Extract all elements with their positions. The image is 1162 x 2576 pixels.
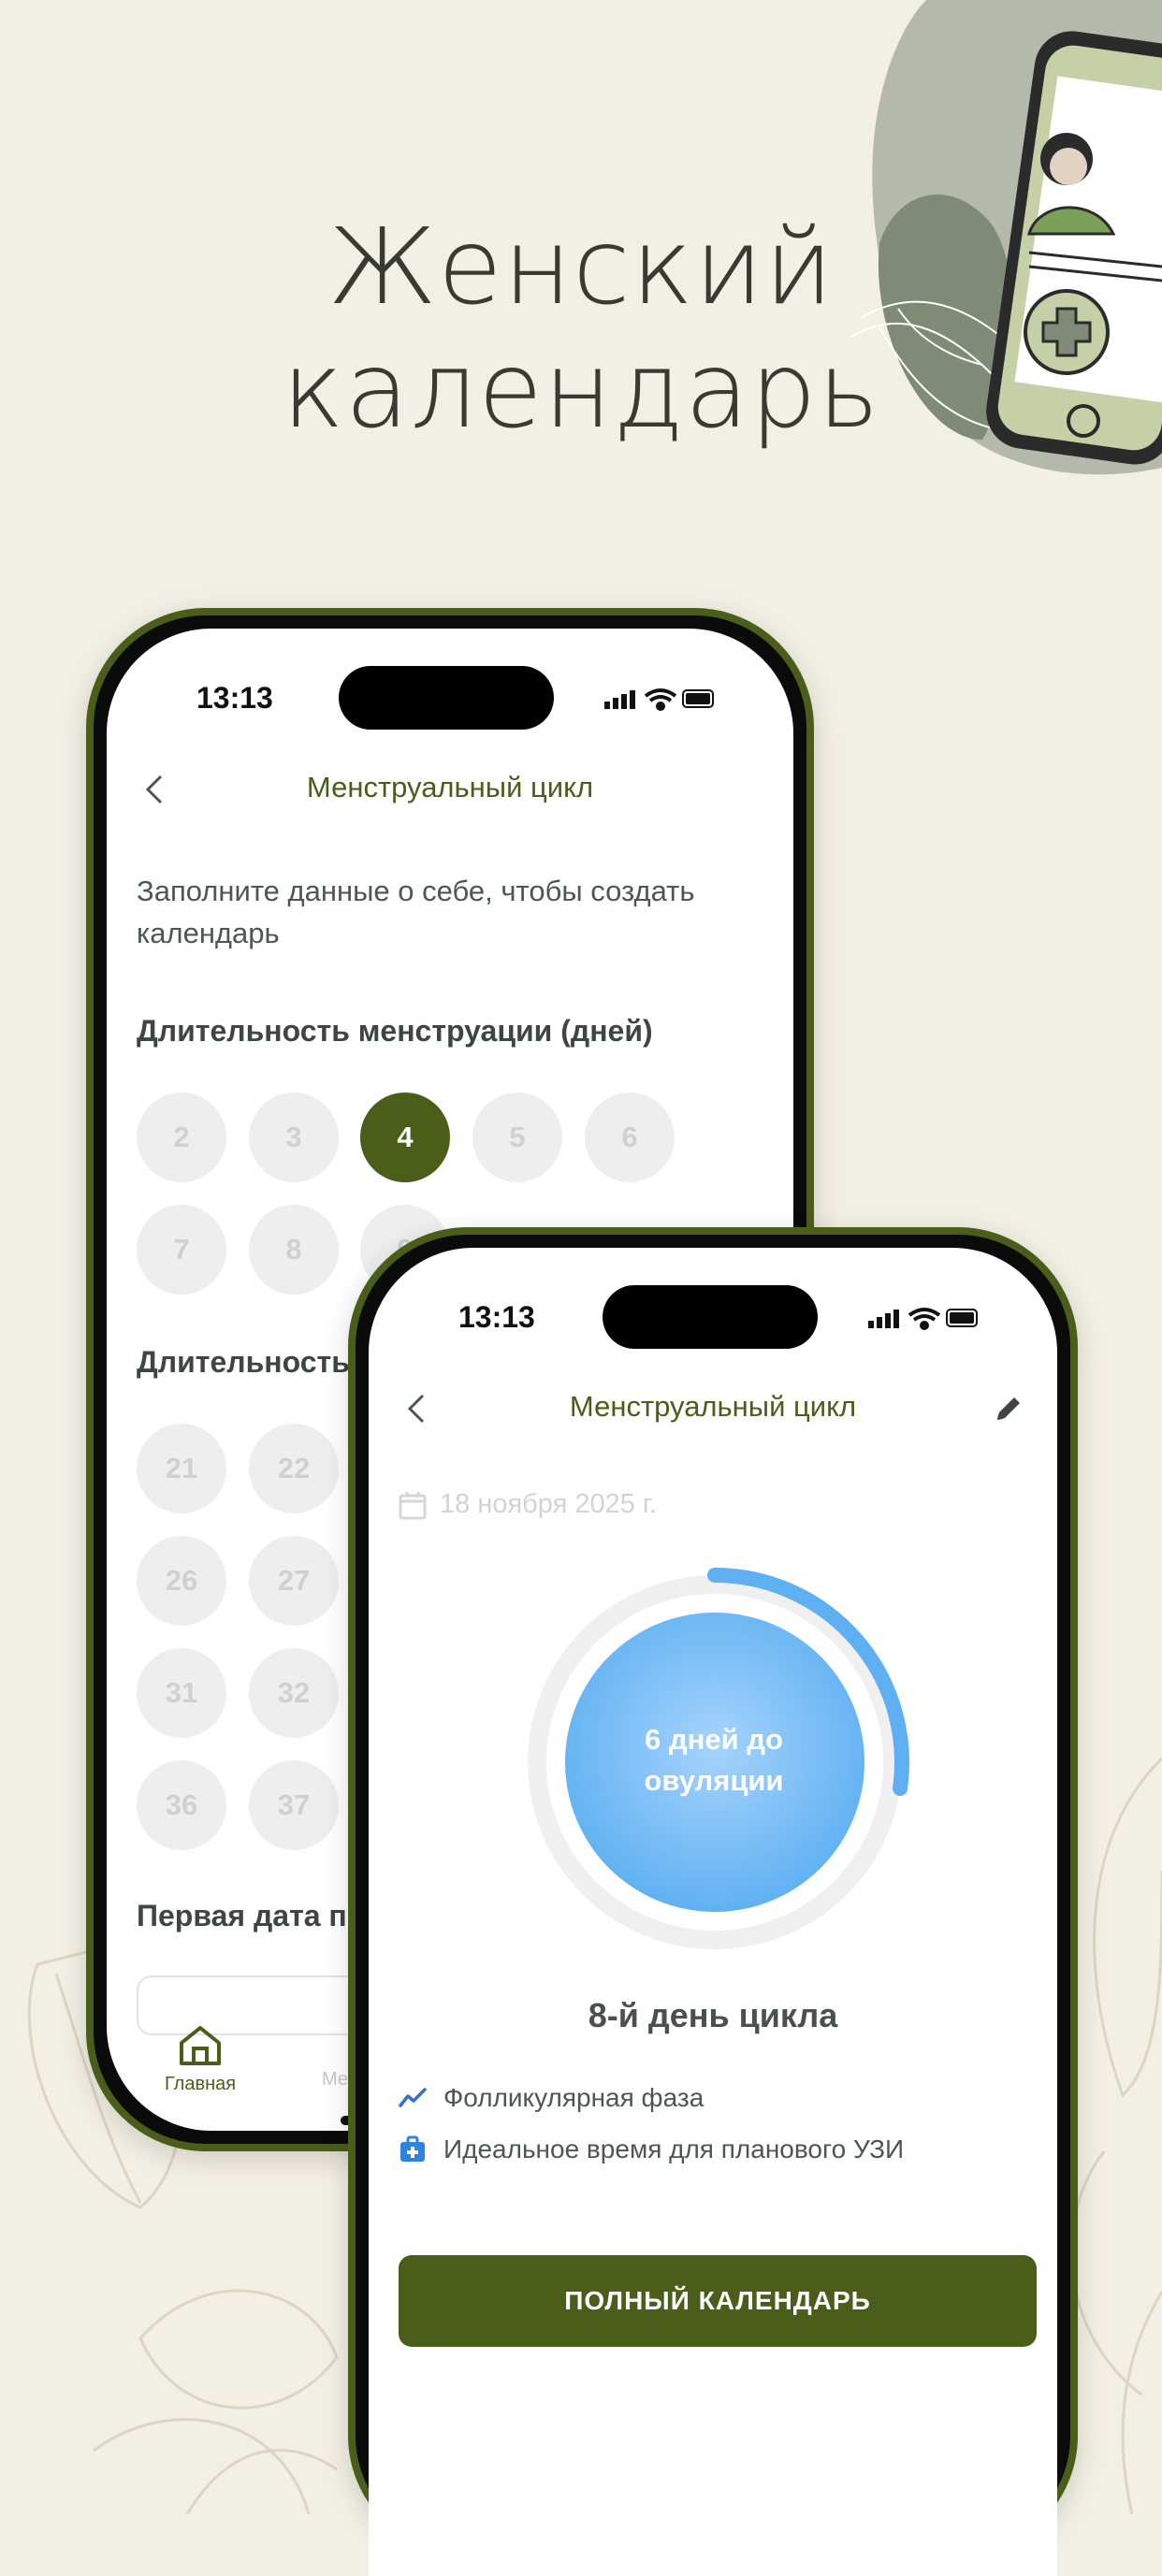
battery-icon: [682, 689, 714, 708]
status-icons: [604, 688, 714, 711]
signal-icon: [868, 1310, 899, 1328]
headline: Женский календарь: [0, 206, 1162, 453]
cycle-chip[interactable]: 26: [137, 1536, 226, 1626]
nav-title: Менструальный цикл: [569, 1390, 857, 1423]
cycle-chip[interactable]: 22: [249, 1424, 339, 1513]
first-date-title: Первая дата п: [137, 1899, 347, 1932]
duration-chip[interactable]: 2: [137, 1093, 226, 1182]
full-calendar-button[interactable]: ПОЛНЫЙ КАЛЕНДАРЬ: [399, 2255, 1037, 2347]
medical-kit-icon: [400, 2135, 425, 2162]
wifi-icon: [644, 688, 677, 711]
phase-row: Фолликулярная фаза: [399, 2083, 704, 2113]
phone-mockup-cycle: 13:13 Менструальный цикл 18 ноября 2025 …: [348, 1227, 1078, 2576]
calendar-icon: [399, 1491, 427, 1519]
tab-home-label: Главная: [164, 2074, 237, 2094]
headline-line-1: Женский: [327, 207, 835, 328]
tip-text: Идеальное время для планового УЗИ: [443, 2135, 905, 2164]
duration-chip[interactable]: 6: [585, 1093, 675, 1182]
cycle-chip[interactable]: 37: [249, 1760, 339, 1850]
intro-text: Заполните данные о себе, чтобы создать к…: [137, 875, 695, 949]
cycle-screen: 13:13 Менструальный цикл 18 ноября 2025 …: [369, 1248, 1057, 2576]
phase-text: Фолликулярная фаза: [443, 2083, 704, 2112]
menstruation-length-title: Длительность менструации (дней): [137, 1014, 653, 1048]
status-time: 13:13: [196, 681, 273, 715]
tab-second-label[interactable]: Ме: [322, 2069, 348, 2091]
wifi-icon: [908, 1308, 941, 1330]
duration-chip[interactable]: 5: [472, 1093, 562, 1182]
trend-line-icon: [399, 2088, 427, 2107]
status-time: 13:13: [458, 1300, 535, 1334]
headline-line-2: календарь: [282, 330, 880, 452]
duration-chip[interactable]: 7: [137, 1205, 226, 1295]
date-row: 18 ноября 2025 г.: [399, 1489, 657, 1520]
cycle-length-title: Длительность: [137, 1345, 350, 1379]
cycle-chip[interactable]: 32: [249, 1648, 339, 1738]
dynamic-island: [603, 1285, 818, 1349]
cycle-chip[interactable]: 21: [137, 1424, 226, 1513]
tab-home[interactable]: Главная: [144, 2022, 256, 2095]
ovulation-countdown-line-1: 6 дней до: [645, 1723, 783, 1756]
cycle-chip[interactable]: 36: [137, 1760, 226, 1850]
pencil-icon[interactable]: [992, 1392, 1025, 1425]
signal-icon: [604, 690, 635, 709]
current-date: 18 ноября 2025 г.: [440, 1489, 657, 1519]
status-icons: [868, 1308, 978, 1330]
tip-row: Идеальное время для планового УЗИ: [399, 2135, 904, 2164]
home-icon: [180, 2026, 221, 2065]
duration-chip[interactable]: 8: [249, 1205, 339, 1295]
ovulation-countdown-line-2: овуляции: [644, 1764, 784, 1797]
duration-chip-selected[interactable]: 4: [360, 1093, 450, 1182]
cycle-chip[interactable]: 31: [137, 1648, 226, 1738]
duration-chip[interactable]: 3: [249, 1093, 339, 1182]
nav-title: Менструальный цикл: [306, 771, 594, 803]
ovulation-countdown: 6 дней до овуляции: [580, 1719, 848, 1802]
dynamic-island: [339, 666, 554, 730]
cycle-day-label: 8-й день цикла: [588, 1996, 838, 2034]
battery-icon: [946, 1309, 978, 1327]
cycle-chip[interactable]: 27: [249, 1536, 339, 1626]
